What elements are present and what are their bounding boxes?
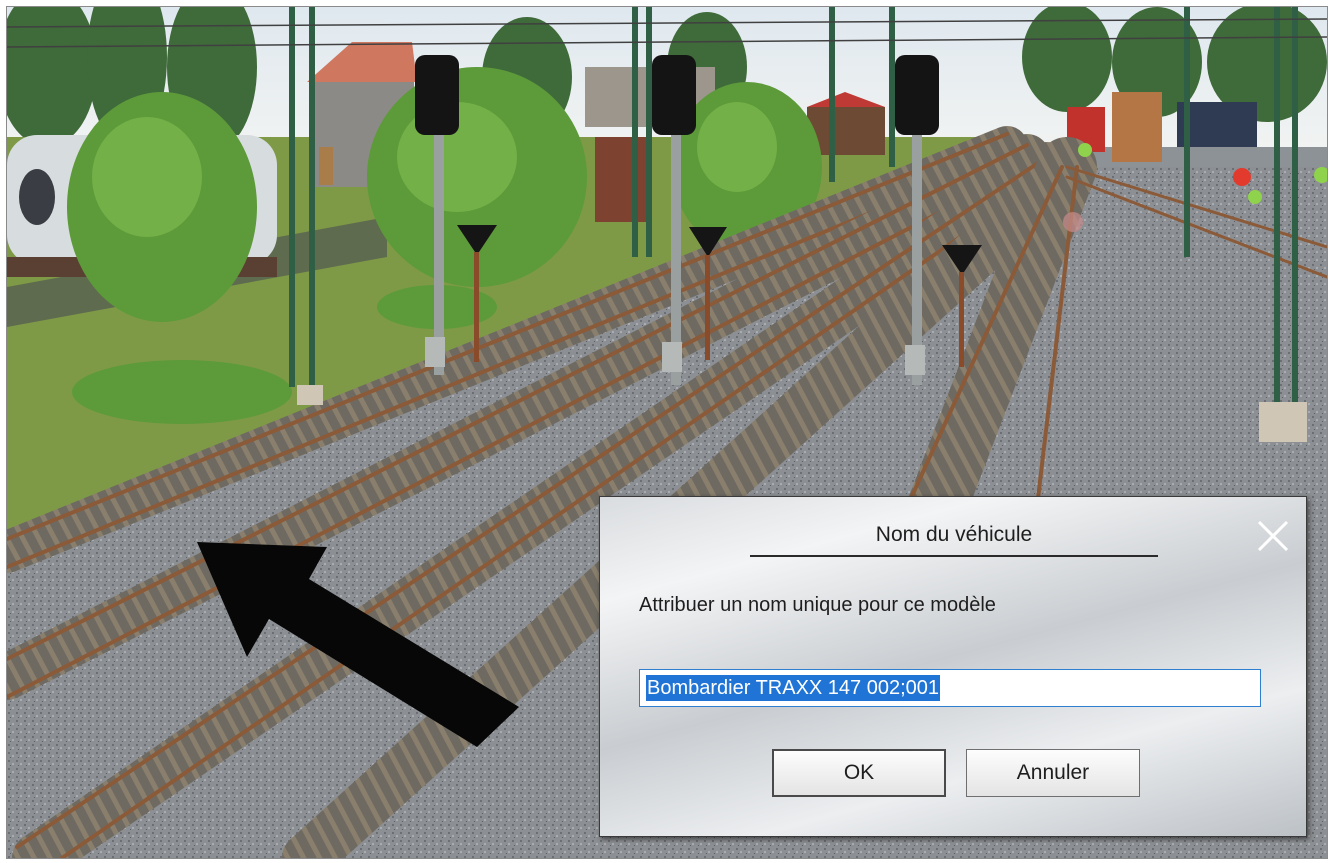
application-window: Nom du véhicule Attribuer un nom unique … [6, 6, 1328, 859]
ok-button[interactable]: OK [772, 749, 946, 797]
vehicle-name-dialog: Nom du véhicule Attribuer un nom unique … [599, 496, 1307, 837]
vehicle-name-input[interactable]: Bombardier TRAXX 147 002;001 [639, 669, 1261, 707]
close-icon[interactable] [1254, 517, 1292, 555]
dialog-message: Attribuer un nom unique pour ce modèle [639, 594, 996, 616]
vehicle-name-selected-text[interactable]: Bombardier TRAXX 147 002;001 [646, 675, 941, 701]
cancel-button[interactable]: Annuler [966, 749, 1140, 797]
dialog-title: Nom du véhicule [750, 523, 1158, 557]
